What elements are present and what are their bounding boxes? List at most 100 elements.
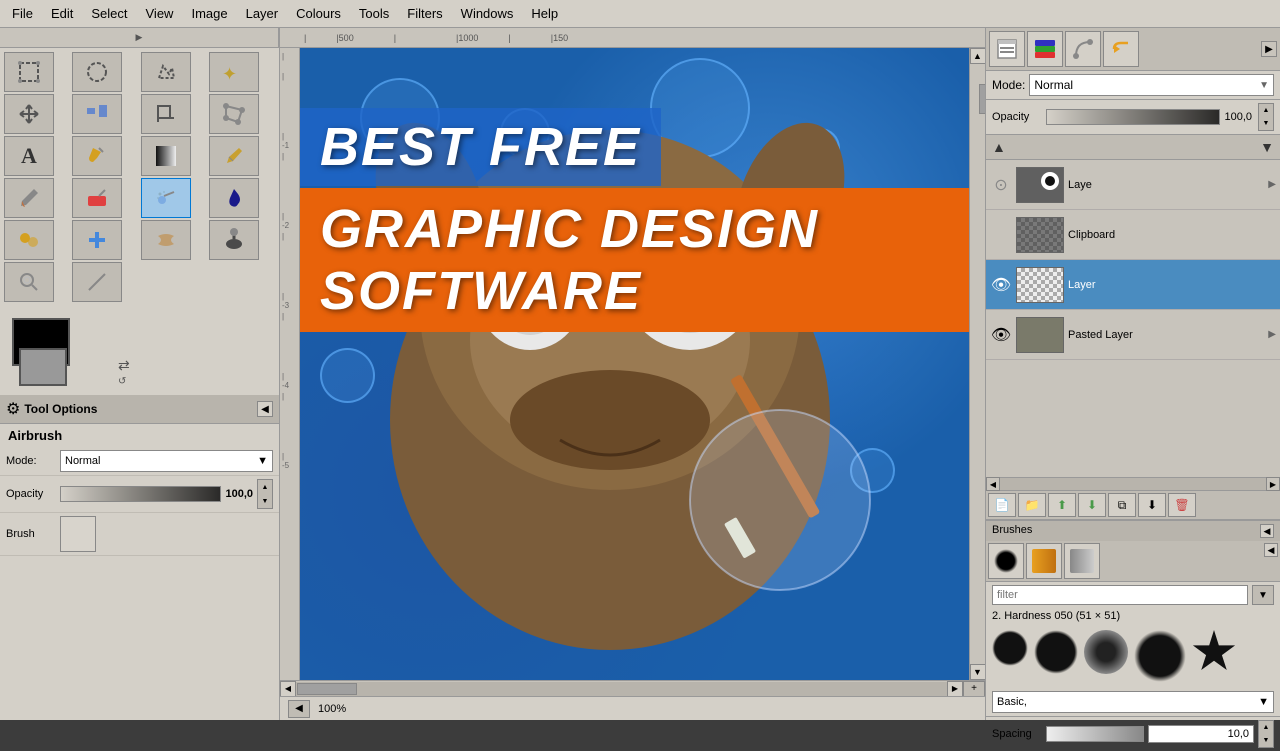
layer-scroll-up-icon[interactable]: ▲ (990, 137, 1008, 157)
tool-eraser[interactable] (72, 178, 122, 218)
brush-panel-collapse[interactable]: ◀ (1260, 524, 1274, 538)
brush-preset-circle[interactable] (988, 543, 1024, 579)
rp-paths-icon[interactable] (1065, 31, 1101, 67)
menu-filters[interactable]: Filters (399, 4, 450, 23)
layer-visibility-icon[interactable]: 👁 (990, 324, 1012, 346)
menu-windows[interactable]: Windows (453, 4, 522, 23)
layer-item[interactable]: Clipboard (986, 210, 1280, 260)
tool-ellipse-select[interactable] (72, 52, 122, 92)
layer-hscroll[interactable]: ◀ ▶ (986, 477, 1280, 491)
canvas-viewport[interactable]: BEST FREE GRAPHIC DESIGN SOFTWARE (300, 48, 969, 680)
brush-hard-medium[interactable] (1034, 630, 1078, 674)
layer-item[interactable]: ⊙ Laye ▶ (986, 160, 1280, 210)
canvas-zoom-btn[interactable]: + (963, 681, 985, 697)
layer-mode-select[interactable]: Normal ▼ (1029, 74, 1274, 96)
layer-scroll-right[interactable]: ▶ (1266, 477, 1280, 491)
tool-mode-row: Mode: Normal ▼ (0, 447, 279, 476)
brush-filter-input[interactable] (992, 585, 1248, 605)
tool-heal[interactable] (72, 220, 122, 260)
layer-item-active[interactable]: 👁 Layer (986, 260, 1280, 310)
menu-colours[interactable]: Colours (288, 4, 349, 23)
brush-soft-medium[interactable] (1084, 630, 1128, 674)
tool-zoom[interactable] (4, 262, 54, 302)
tool-transform[interactable] (209, 94, 259, 134)
menu-select[interactable]: Select (83, 4, 135, 23)
menu-edit[interactable]: Edit (43, 4, 81, 23)
scroll-thumb-v[interactable] (979, 84, 986, 114)
tool-brush[interactable] (4, 178, 54, 218)
brush-preset-gradient[interactable] (1026, 543, 1062, 579)
scroll-left-btn[interactable]: ◀ (280, 681, 296, 697)
brush-filter-dropdown[interactable]: ▼ (1252, 585, 1274, 605)
tool-measure[interactable] (72, 262, 122, 302)
tool-dodge[interactable] (209, 220, 259, 260)
spacing-label: Spacing (992, 728, 1042, 740)
tool-free-select[interactable] (141, 52, 191, 92)
menu-help[interactable]: Help (523, 4, 566, 23)
rp-new-icon[interactable] (989, 31, 1025, 67)
menu-view[interactable]: View (138, 4, 182, 23)
tool-rect-select[interactable] (4, 52, 54, 92)
brush-hard-large[interactable] (1134, 630, 1186, 682)
layer-panel: ⊙ Laye ▶ Clipboard (986, 160, 1280, 520)
canvas-scrollbar-vertical[interactable]: ▲ ▼ (969, 48, 985, 680)
tool-move[interactable] (4, 94, 54, 134)
scroll-up-btn[interactable]: ▲ (970, 48, 986, 64)
layer-visibility-icon[interactable]: ⊙ (990, 174, 1012, 196)
brush-hard-small[interactable] (992, 630, 1028, 666)
opacity-stepper[interactable]: ▲▼ (257, 479, 273, 509)
rp-undo-icon[interactable] (1103, 31, 1139, 67)
tool-options-collapse[interactable]: ◀ (257, 401, 273, 417)
brush-star[interactable] (1192, 630, 1236, 674)
layer-down-btn[interactable]: ⬇ (1078, 493, 1106, 517)
menu-tools[interactable]: Tools (351, 4, 397, 23)
tool-smudge[interactable] (141, 220, 191, 260)
statusbar-toggle[interactable]: ◀ (288, 700, 310, 718)
brush-preset-fade[interactable] (1064, 543, 1100, 579)
brush-mode-select[interactable]: Basic, ▼ (992, 691, 1274, 713)
open-layer-btn[interactable]: 📁 (1018, 493, 1046, 517)
tool-crop[interactable] (141, 94, 191, 134)
tool-fuzzy-select[interactable]: ✦ (209, 52, 259, 92)
new-layer-btn[interactable]: 📄 (988, 493, 1016, 517)
scroll-right-btn[interactable]: ▶ (947, 681, 963, 697)
scroll-down-btn[interactable]: ▼ (970, 664, 986, 680)
tool-text[interactable]: A (4, 136, 54, 176)
opacity-slider[interactable] (60, 486, 221, 502)
tool-blend[interactable] (141, 136, 191, 176)
spacing-spinner[interactable]: ▲▼ (1258, 720, 1274, 748)
tool-align[interactable] (72, 94, 122, 134)
tool-airbrush[interactable] (141, 178, 191, 218)
tool-clone[interactable] (4, 220, 54, 260)
layer-visibility-icon[interactable]: 👁 (990, 274, 1012, 296)
tool-mode-select[interactable]: Normal ▼ (60, 450, 273, 472)
layer-opacity-slider[interactable] (1046, 109, 1220, 125)
tool-bucket-fill[interactable] (72, 136, 122, 176)
opacity-spinner[interactable]: ▲▼ (1258, 103, 1274, 131)
brush-toolbar-collapse[interactable]: ◀ (1264, 543, 1278, 557)
layer-hscroll-track[interactable] (1000, 478, 1266, 490)
merge-layer-btn[interactable]: ⬇ (1138, 493, 1166, 517)
rp-collapse-btn[interactable]: ▶ (1261, 41, 1277, 57)
layer-scroll-left[interactable]: ◀ (986, 477, 1000, 491)
rp-layers-icon[interactable] (1027, 31, 1063, 67)
layer-visibility-icon[interactable] (990, 224, 1012, 246)
background-color[interactable] (19, 348, 67, 386)
menu-image[interactable]: Image (183, 4, 235, 23)
layer-up-btn[interactable]: ⬆ (1048, 493, 1076, 517)
tool-pencil[interactable] (209, 136, 259, 176)
menu-file[interactable]: File (4, 4, 41, 23)
scroll-track-h[interactable] (296, 682, 947, 696)
spacing-slider[interactable] (1046, 726, 1144, 742)
menu-layer[interactable]: Layer (238, 4, 287, 23)
layer-item[interactable]: 👁 Pasted Layer ▶ (986, 310, 1280, 360)
canvas-scrollbar-horizontal[interactable]: ◀ ▶ + (280, 680, 985, 696)
delete-layer-btn[interactable]: 🗑 (1168, 493, 1196, 517)
layer-scroll-down-icon[interactable]: ▼ (1258, 137, 1276, 157)
reset-colors-icon[interactable]: ↺ (118, 376, 130, 387)
duplicate-layer-btn[interactable]: ⧉ (1108, 493, 1136, 517)
tool-ink[interactable] (209, 178, 259, 218)
swap-colors-icon[interactable]: ⇄ (118, 357, 130, 374)
spacing-value[interactable]: 10,0 (1148, 725, 1254, 743)
scroll-thumb-h[interactable] (297, 683, 357, 695)
